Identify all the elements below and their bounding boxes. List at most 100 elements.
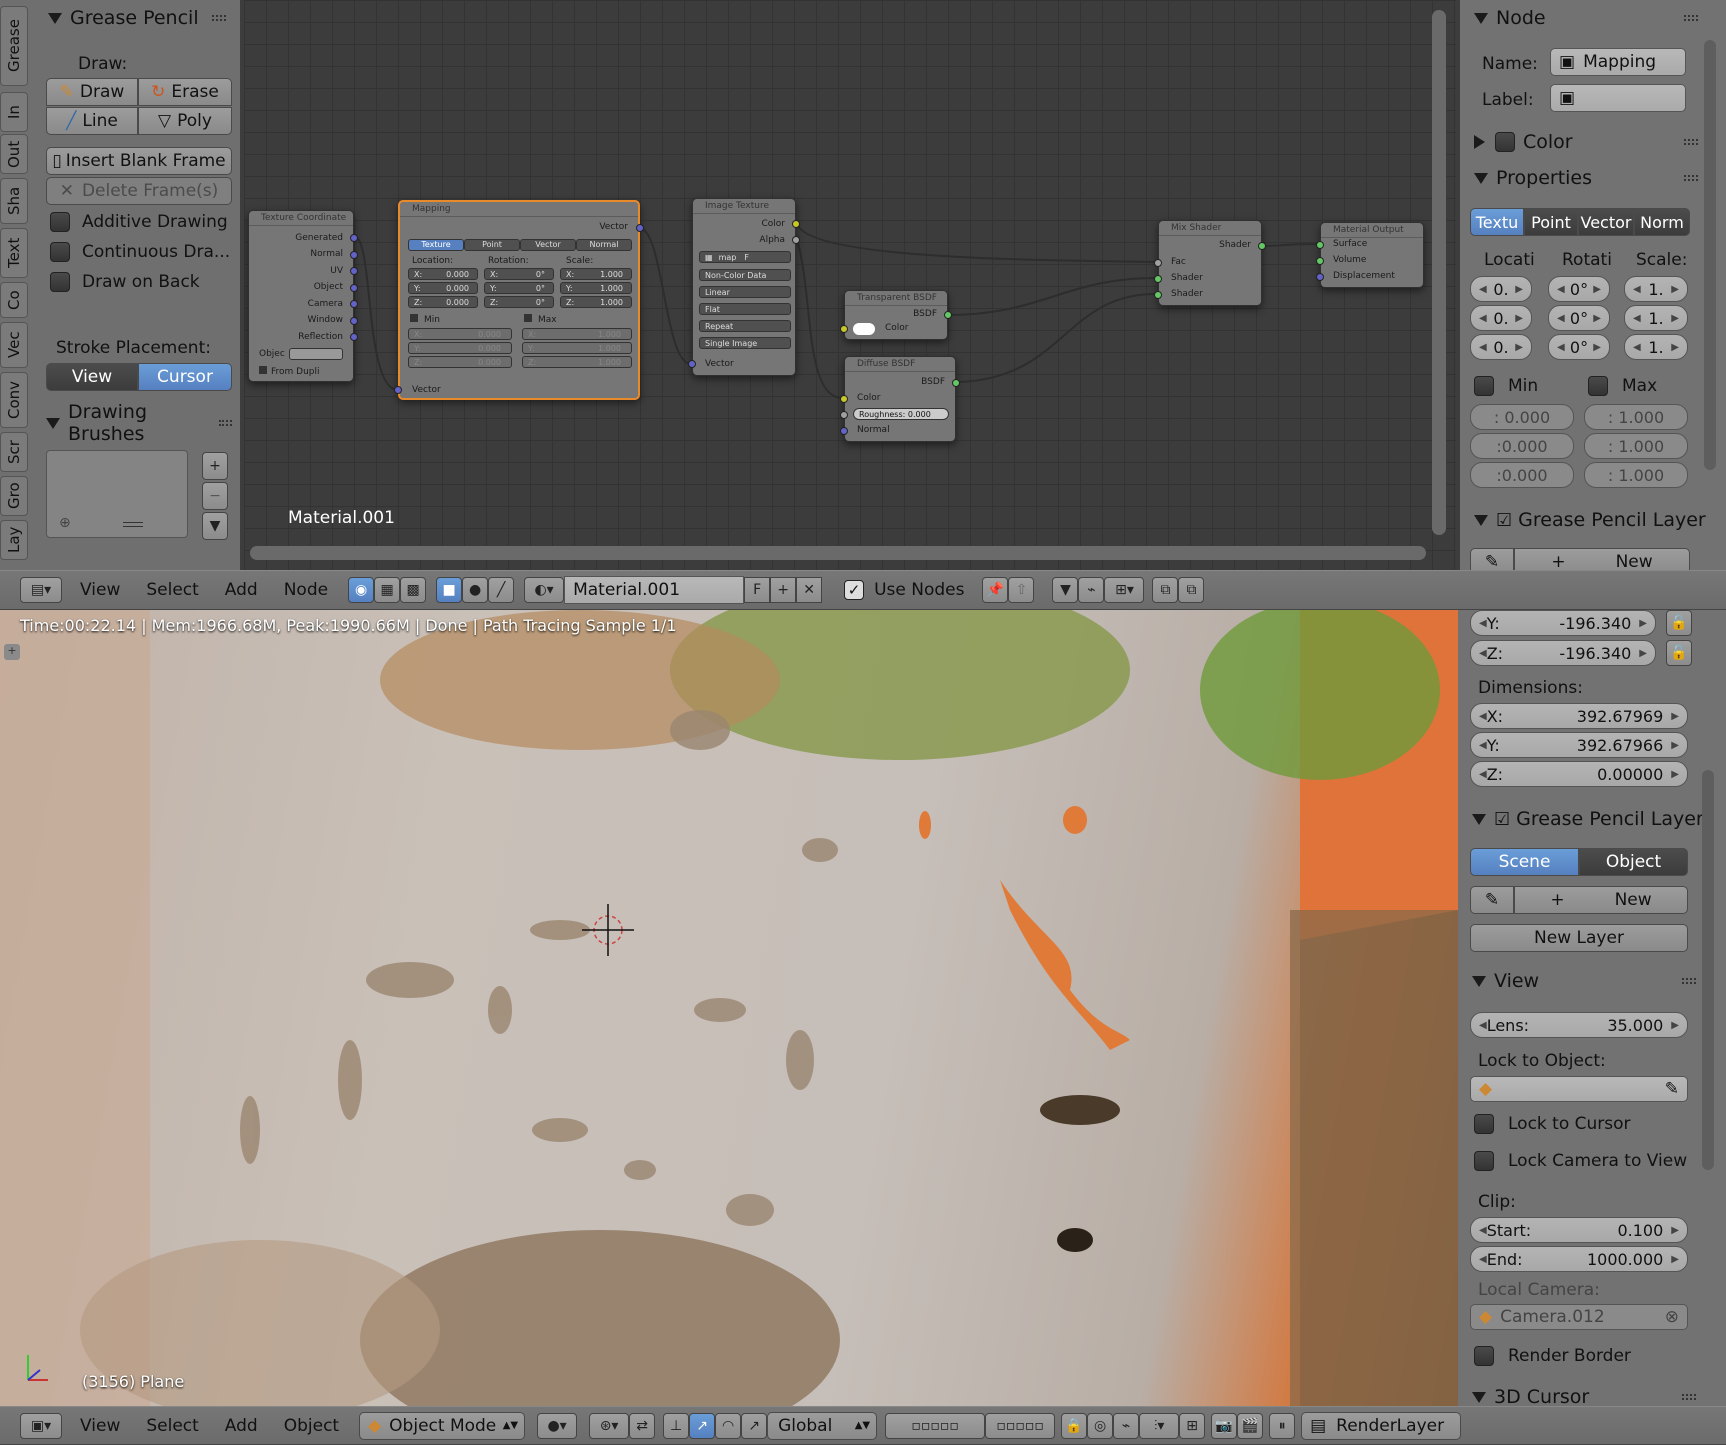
max-y-field[interactable]: Y: 1.000 (522, 342, 632, 354)
transparent-bsdf-node[interactable]: Transparent BSDF BSDF Color (840, 290, 952, 340)
scl-y[interactable]: ◀ 1. ▶ (1624, 305, 1688, 331)
socket-shader1-in[interactable] (1154, 275, 1162, 283)
gp-layer-header-2[interactable]: ☑ Grease Pencil Layer (1458, 804, 1726, 834)
menu-object[interactable]: Object (284, 1416, 339, 1436)
compositing-nodes-icon[interactable]: ▦ (374, 577, 401, 603)
socket-shader2-in[interactable] (1154, 291, 1162, 299)
prop-tab-texture[interactable]: Textu (1470, 208, 1524, 236)
editor-type-button-3d[interactable]: ▣▾ (20, 1412, 62, 1439)
tab-gro[interactable]: Gro (0, 476, 28, 516)
loc-z[interactable]: ◀ 0. ▶ (1470, 334, 1532, 360)
lock-scale-y-icon[interactable]: 🔓 (1666, 610, 1692, 636)
mapping-tab-texture[interactable]: Texture (408, 238, 464, 251)
editor-type-button[interactable]: ▤▾ (20, 577, 62, 603)
socket-volume-in[interactable] (1316, 257, 1324, 265)
tab-conv[interactable]: Conv (0, 372, 28, 428)
lock-scale-z-icon[interactable]: 🔓 (1666, 640, 1692, 666)
local-camera-field[interactable]: ◆ Camera.012 ⊗ (1470, 1304, 1688, 1330)
lock-camera-checkbox[interactable] (1474, 1151, 1494, 1171)
max-z[interactable]: : 1.000 (1584, 462, 1688, 488)
translate-manipulator-icon[interactable]: ⊥ (663, 1412, 690, 1439)
object-field[interactable] (289, 348, 343, 360)
gp-layer-check-icon[interactable]: ☑ (1494, 809, 1510, 830)
placement-cursor-button[interactable]: Cursor (138, 363, 232, 391)
copy-nodes-icon[interactable]: ⧉ (1152, 577, 1179, 603)
pause-icon[interactable]: ⏸ (1269, 1412, 1296, 1439)
list-resize-icon[interactable] (123, 522, 143, 527)
prop-tab-normal[interactable]: Norm (1634, 208, 1690, 236)
source-select[interactable]: Single Image (699, 337, 791, 349)
rot-x-field[interactable]: X: 0° (484, 268, 554, 280)
scale-z-field[interactable]: ◀ Z: -196.340 ▶ (1470, 640, 1656, 666)
socket-window[interactable] (350, 317, 358, 325)
remove-brush-button[interactable]: − (202, 482, 228, 510)
3d-cursor-header[interactable]: 3D Cursor (1458, 1382, 1726, 1406)
node-label-field[interactable]: ▣ (1550, 84, 1686, 112)
min-z[interactable]: :0.000 (1470, 462, 1574, 488)
gp-layer-header[interactable]: ☑ Grease Pencil Layer (1460, 505, 1726, 535)
snap-toggle-icon[interactable]: ⌁ (1078, 577, 1105, 603)
projection-select[interactable]: Flat (699, 303, 791, 315)
rot-x[interactable]: ◀ 0° ▶ (1548, 276, 1610, 302)
socket-uv[interactable] (350, 267, 358, 275)
node-name-field[interactable]: ▣ Mapping (1550, 48, 1686, 76)
dimension-y-field[interactable]: ◀ Y: 392.67966 ▶ (1470, 732, 1688, 758)
min-checkbox[interactable] (1474, 376, 1494, 396)
mapping-node[interactable]: Mapping Vector Texture Point Vector Norm… (394, 200, 644, 400)
rotate-manipulator-icon[interactable]: ↗ (689, 1412, 716, 1439)
snap-icon[interactable]: ⌁ (1113, 1412, 1140, 1439)
drawing-brushes-header[interactable]: Drawing Brushes (46, 401, 232, 445)
extension-select[interactable]: Repeat (699, 320, 791, 332)
socket-color-in[interactable] (840, 325, 848, 333)
menu-select-3d[interactable]: Select (146, 1416, 198, 1436)
tab-scr[interactable]: Scr (0, 432, 28, 472)
paste-nodes-icon[interactable]: ⧉ (1178, 577, 1205, 603)
socket-alpha-out[interactable] (792, 236, 800, 244)
loc-x-field[interactable]: X: 0.000 (408, 268, 478, 280)
new-layer-button[interactable]: New Layer (1470, 924, 1688, 952)
color-swatch[interactable] (853, 323, 875, 335)
socket-reflection[interactable] (350, 333, 358, 341)
mapping-tab-vector[interactable]: Vector (520, 238, 576, 251)
node-header[interactable]: Node (1460, 0, 1726, 36)
socket-surface-in[interactable] (1316, 241, 1324, 249)
viewport-3d[interactable]: Time:00:22.14 | Mem:1966.68M, Peak:1990.… (0, 610, 1458, 1406)
snap-element-icon-3d[interactable]: ⫶▾ (1139, 1412, 1180, 1439)
max-z-field[interactable]: Z: 1.000 (522, 356, 632, 368)
backdrop-icon[interactable]: ▼ (1052, 577, 1079, 603)
min-x-field[interactable]: X: 0.000 (408, 328, 512, 340)
proportional-edit-icon[interactable]: ◎ (1087, 1412, 1114, 1439)
socket-displacement-in[interactable] (1316, 273, 1324, 281)
min-checkbox[interactable] (410, 314, 418, 322)
dimension-z-field[interactable]: ◀ Z: 0.00000 ▶ (1470, 761, 1688, 787)
brush-list[interactable]: ⊕ (46, 450, 188, 538)
placement-view-button[interactable]: View (46, 363, 138, 391)
texture-coordinate-node[interactable]: Texture Coordinate Generated Normal UV O… (248, 210, 358, 382)
properties-header[interactable]: Properties (1460, 163, 1726, 193)
scl-y-field[interactable]: Y: 1.000 (560, 282, 632, 294)
max-checkbox[interactable] (524, 314, 532, 322)
image-texture-node[interactable]: Image Texture Color Alpha ▦ map F Non-Colo… (688, 198, 800, 376)
min-z-field[interactable]: Z: 0.000 (408, 356, 512, 368)
socket-roughness-in[interactable] (840, 411, 848, 419)
new-material-icon[interactable]: + (770, 577, 797, 603)
draw-on-back-checkbox[interactable] (50, 272, 70, 292)
additive-drawing-checkbox[interactable] (50, 212, 70, 232)
snap-element-icon[interactable]: ⊞▾ (1104, 577, 1145, 603)
unlink-material-icon[interactable]: ✕ (796, 577, 823, 603)
gp-new-button[interactable]: + New (1514, 548, 1690, 570)
color-header[interactable]: Color (1460, 127, 1726, 157)
max-checkbox[interactable] (1588, 376, 1608, 396)
pin-icon[interactable]: 📌 (982, 577, 1009, 603)
socket-vector-out[interactable] (636, 224, 644, 232)
poly-button[interactable]: ▽ Poly (138, 107, 232, 135)
max-y[interactable]: : 1.000 (1584, 433, 1688, 459)
render-layer-select[interactable]: ▤ RenderLayer (1301, 1411, 1462, 1440)
shader-nodes-icon[interactable]: ◉ (348, 577, 375, 603)
view-header[interactable]: View (1458, 966, 1726, 996)
continuous-draw-checkbox[interactable] (50, 242, 70, 262)
node-editor[interactable]: Texture Coordinate Generated Normal UV O… (244, 0, 1456, 570)
viewport-collapse-icon[interactable]: + (4, 644, 20, 660)
rot-z[interactable]: ◀ 0° ▶ (1548, 334, 1610, 360)
render-anim-icon[interactable]: 🎬 (1237, 1412, 1264, 1439)
